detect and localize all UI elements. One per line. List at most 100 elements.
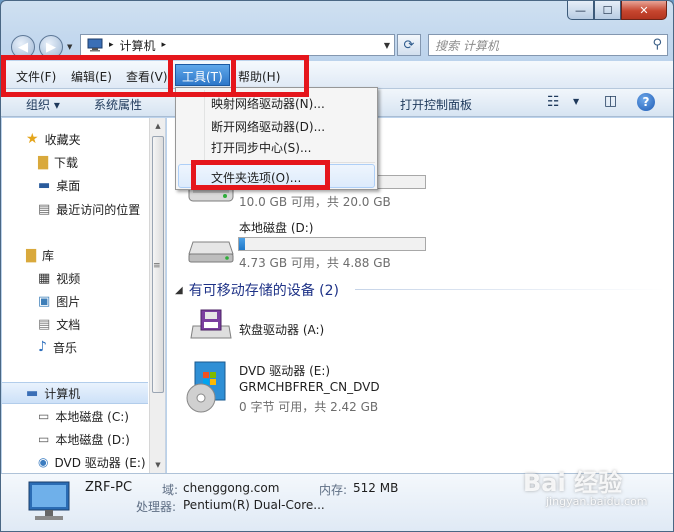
computer-icon: ▬ bbox=[26, 385, 39, 401]
removable-group-header[interactable]: ◢ 有可移动存储的设备 (2) bbox=[175, 280, 339, 300]
system-properties-button[interactable]: 系统属性 bbox=[94, 96, 142, 113]
view-options-icon[interactable]: ☷ bbox=[547, 94, 560, 110]
refresh-button[interactable]: ⟳ bbox=[397, 34, 421, 56]
address-history-dropdown-icon[interactable]: ▼ bbox=[384, 41, 390, 50]
dvd-volume-label: GRMCHBFRER_CN_DVD bbox=[239, 380, 380, 394]
refresh-icon: ⟳ bbox=[403, 37, 415, 53]
dvd-drive-space: 0 字节 可用，共 2.42 GB bbox=[239, 400, 379, 414]
nav-documents-label: 文档 bbox=[56, 317, 81, 332]
floppy-drive-name[interactable]: 软盘驱动器 (A:) bbox=[239, 321, 324, 338]
menu-open-sync-center[interactable]: 打开同步中心(S)... bbox=[211, 139, 311, 156]
nav-scrollbar[interactable]: ▲ ▼ bbox=[149, 118, 165, 473]
breadcrumb-computer[interactable]: 计算机 bbox=[120, 37, 156, 54]
annotation-tools-box bbox=[168, 55, 236, 97]
hard-drive-icon: ▭ bbox=[38, 432, 50, 446]
nav-videos-label: 视频 bbox=[56, 271, 81, 286]
nav-desktop[interactable]: ▬ 桌面 bbox=[38, 174, 80, 196]
close-button[interactable]: ✕ bbox=[621, 1, 667, 20]
breadcrumb-root-arrow[interactable]: ▸ bbox=[109, 40, 114, 50]
caption-buttons: — ☐ ✕ bbox=[567, 1, 667, 20]
dvd-drive-icon: ◉ bbox=[38, 455, 49, 469]
memory-label: 内存: bbox=[319, 483, 348, 497]
help-icon[interactable]: ? bbox=[637, 93, 655, 111]
scroll-up-arrow-icon[interactable]: ▲ bbox=[150, 118, 165, 134]
nav-drive-d-label: 本地磁盘 (D:) bbox=[55, 432, 130, 447]
menu-map-network-drive[interactable]: 映射网络驱动器(N)... bbox=[211, 95, 325, 112]
recent-pages-dropdown-icon[interactable]: ▼ bbox=[67, 43, 72, 51]
nav-drive-e-label: DVD 驱动器 (E:) bbox=[54, 455, 146, 470]
windows-drive-icon: ▭ bbox=[38, 409, 50, 423]
nav-pictures-label: 图片 bbox=[56, 294, 81, 309]
nav-favorites[interactable]: ★ 收藏夹 bbox=[26, 128, 81, 150]
nav-recent-label: 最近访问的位置 bbox=[56, 202, 141, 217]
navigation-pane: ★ 收藏夹 ▇ 下载 ▬ 桌面 ▤ 最近访问的位置 ▇ 库 ▦ 视频 ▣ 图片 … bbox=[2, 118, 166, 473]
documents-icon: ▤ bbox=[38, 316, 51, 332]
nav-computer[interactable]: ▬ 计算机 bbox=[2, 382, 148, 404]
pictures-icon: ▣ bbox=[38, 293, 51, 309]
scroll-down-arrow-icon[interactable]: ▼ bbox=[150, 457, 165, 473]
dvd-drive-icon[interactable] bbox=[185, 360, 231, 414]
nav-downloads[interactable]: ▇ 下载 bbox=[38, 151, 78, 173]
nav-videos[interactable]: ▦ 视频 bbox=[38, 267, 80, 289]
search-placeholder: 搜索 计算机 bbox=[435, 38, 499, 53]
search-input[interactable]: 搜索 计算机 ⚲ bbox=[428, 34, 668, 56]
domain-value: chenggong.com bbox=[183, 481, 280, 495]
maximize-button[interactable]: ☐ bbox=[594, 1, 621, 20]
nav-music-label: 音乐 bbox=[52, 340, 77, 355]
collapse-arrow-icon[interactable]: ◢ bbox=[175, 285, 183, 296]
drive-d-space: 4.73 GB 可用，共 4.88 GB bbox=[239, 256, 391, 270]
preview-pane-icon[interactable]: ◫ bbox=[604, 93, 617, 109]
memory-value: 512 MB bbox=[353, 481, 399, 495]
open-control-panel-button[interactable]: 打开控制面板 bbox=[400, 96, 472, 113]
nav-music[interactable]: ♪ 音乐 bbox=[38, 336, 77, 358]
drive-d-name[interactable]: 本地磁盘 (D:) bbox=[239, 219, 313, 236]
view-dropdown-icon[interactable]: ▼ bbox=[573, 97, 579, 106]
domain-label: 域: bbox=[162, 483, 179, 497]
pane-splitter-grip-icon[interactable]: ≡ bbox=[153, 261, 161, 271]
cpu-value: Pentium(R) Dual-Core... bbox=[183, 498, 325, 512]
nav-downloads-label: 下载 bbox=[54, 155, 79, 170]
nav-libraries-label: 库 bbox=[42, 248, 55, 263]
removable-group-title: 有可移动存储的设备 (2) bbox=[188, 283, 339, 299]
drive-d-usage-fill bbox=[239, 238, 245, 250]
nav-computer-label: 计算机 bbox=[44, 386, 81, 401]
menu-disconnect-network-drive[interactable]: 断开网络驱动器(D)... bbox=[211, 118, 325, 135]
nav-favorites-label: 收藏夹 bbox=[44, 132, 81, 147]
nav-libraries[interactable]: ▇ 库 bbox=[26, 244, 54, 266]
video-icon: ▦ bbox=[38, 270, 51, 286]
cpu-label: 处理器: bbox=[136, 500, 177, 514]
address-bar[interactable]: ▸ 计算机 ▸ ▼ bbox=[80, 34, 395, 56]
breadcrumb-child-arrow[interactable]: ▸ bbox=[162, 40, 167, 50]
group-divider bbox=[355, 289, 665, 290]
explorer-window: — ☐ ✕ ◀ ▶ ▼ ▸ 计算机 ▸ ▼ ⟳ 搜索 计算机 ⚲ 文件(F) 编… bbox=[0, 0, 674, 532]
star-icon: ★ bbox=[26, 131, 39, 147]
hard-drive-d-icon[interactable] bbox=[187, 228, 235, 264]
minimize-button[interactable]: — bbox=[567, 1, 594, 20]
libraries-icon: ▇ bbox=[26, 247, 36, 263]
nav-drive-d[interactable]: ▭ 本地磁盘 (D:) bbox=[38, 428, 130, 450]
computer-icon bbox=[87, 38, 103, 52]
nav-recent[interactable]: ▤ 最近访问的位置 bbox=[38, 198, 140, 220]
pc-name: ZRF-PC bbox=[85, 480, 133, 495]
nav-documents[interactable]: ▤ 文档 bbox=[38, 313, 80, 335]
computer-large-icon bbox=[28, 481, 70, 520]
nav-drive-e[interactable]: ◉ DVD 驱动器 (E:) bbox=[38, 451, 146, 473]
recent-places-icon: ▤ bbox=[38, 201, 51, 217]
organize-button[interactable]: 组织 ▾ bbox=[26, 96, 60, 113]
nav-drive-c[interactable]: ▭ 本地磁盘 (C:) bbox=[38, 405, 129, 427]
drive-d-usage-bar bbox=[238, 237, 426, 251]
annotation-menubar-box bbox=[1, 55, 309, 97]
desktop-icon: ▬ bbox=[38, 177, 51, 193]
floppy-drive-icon[interactable] bbox=[189, 308, 233, 344]
search-icon[interactable]: ⚲ bbox=[652, 37, 662, 52]
downloads-folder-icon: ▇ bbox=[38, 154, 48, 170]
baidu-watermark-url: jingyan.baidu.com bbox=[546, 495, 648, 508]
dvd-drive-name[interactable]: DVD 驱动器 (E:) bbox=[239, 362, 330, 379]
nav-desktop-label: 桌面 bbox=[56, 178, 81, 193]
drive-c-space: 10.0 GB 可用，共 20.0 GB bbox=[239, 195, 391, 209]
back-arrow-icon: ◀ bbox=[18, 39, 28, 55]
music-icon: ♪ bbox=[38, 339, 47, 355]
baidu-watermark-logo: Bai 经验 bbox=[523, 469, 623, 497]
nav-pictures[interactable]: ▣ 图片 bbox=[38, 290, 80, 312]
annotation-folder-options-box bbox=[191, 160, 330, 190]
